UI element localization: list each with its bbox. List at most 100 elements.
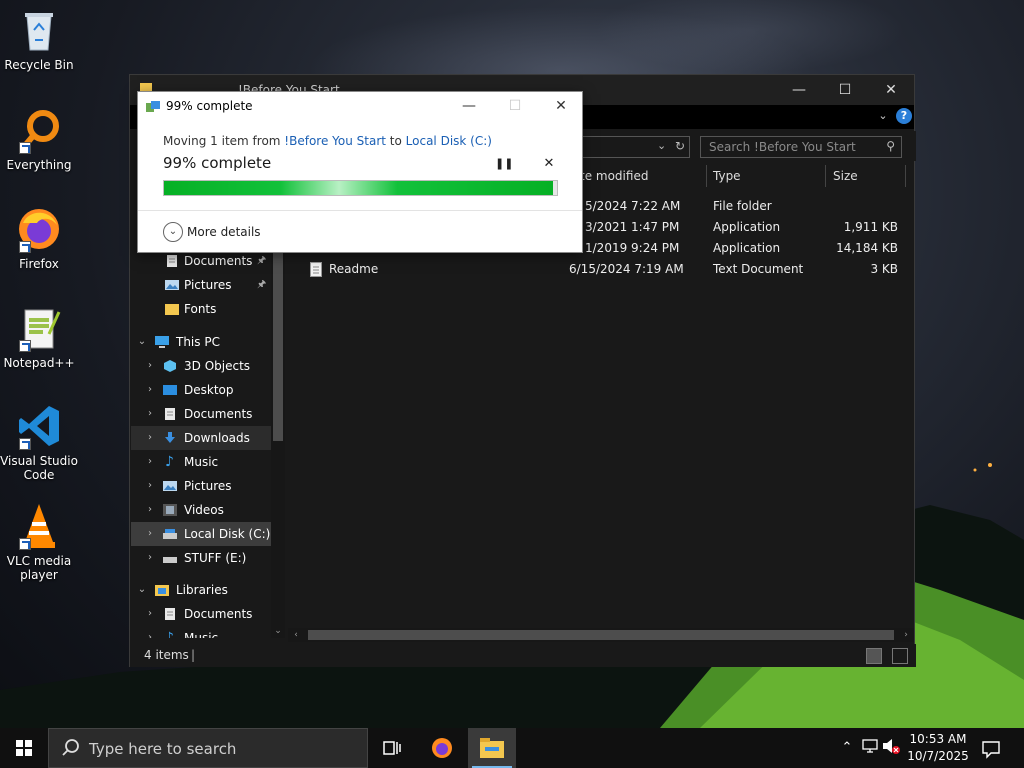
column-header-size[interactable]: Size [833,161,903,191]
show-hidden-icons-chevron-icon[interactable]: ⌃ [838,738,856,758]
chevron-right-icon[interactable]: › [145,602,155,626]
nav-item-label: Documents [184,607,253,621]
nav-item-desktop[interactable]: › Desktop [131,378,271,402]
scroll-down-arrow-icon[interactable]: ⌄ [271,626,285,636]
file-size: 1,911 KB [843,220,898,234]
column-separator[interactable] [825,165,826,187]
nav-item-videos[interactable]: › Videos [131,498,271,522]
nav-item-quick-fonts[interactable]: Fonts [131,297,271,321]
nav-item-libraries[interactable]: ⌄ Libraries [131,578,271,602]
nav-item-quick-pictures[interactable]: Pictures 🖈 [131,273,271,297]
chevron-right-icon[interactable]: › [145,378,155,402]
system-clock[interactable]: 10:53 AM 10/7/2025 [906,731,970,765]
network-icon[interactable] [861,738,879,758]
start-button[interactable] [0,728,48,768]
nav-item-this-pc[interactable]: ⌄ This PC [131,330,271,354]
nav-item-library-documents[interactable]: › Documents [131,602,271,626]
address-bar[interactable]: ⌄ ↻ [570,136,690,158]
nav-item-pictures[interactable]: › Pictures [131,474,271,498]
chevron-down-icon[interactable]: ⌄ [137,330,147,354]
scroll-left-arrow-icon[interactable]: ‹ [290,628,302,642]
address-dropdown-chevron-icon[interactable]: ⌄ [657,139,666,152]
scroll-right-arrow-icon[interactable]: › [900,628,912,642]
firefox-icon [432,738,452,758]
details-view-button[interactable] [866,648,882,664]
pin-icon: 🖈 [257,279,267,290]
file-date: 3/2021 1:47 PM [585,220,680,234]
column-separator[interactable] [706,165,707,187]
nav-item-stuff-e[interactable]: › STUFF (E:) [131,546,271,570]
nav-item-documents[interactable]: › Documents [131,402,271,426]
cancel-button[interactable]: ✕ [541,156,557,172]
nav-item-label: STUFF (E:) [184,551,247,565]
shortcut-arrow-icon [19,241,31,253]
desktop-icon-vscode[interactable]: Visual Studio Code [0,402,78,482]
shortcut-arrow-icon [19,438,31,450]
file-size: 3 KB [870,262,898,276]
chevron-right-icon[interactable]: › [145,450,155,474]
desktop-icon-firefox[interactable]: Firefox [0,205,78,271]
action-center-button[interactable] [978,736,1004,760]
scrollbar-thumb[interactable] [308,630,894,640]
desktop-icon-recycle-bin[interactable]: Recycle Bin [0,6,78,72]
nav-item-label: Music [184,455,219,469]
nav-item-label: Libraries [176,583,228,597]
column-header-type[interactable]: Type [713,161,823,191]
dialog-close-button[interactable]: ✕ [538,92,584,120]
task-view-button[interactable] [368,728,416,768]
chevron-right-icon[interactable]: › [145,522,155,546]
maximize-button[interactable]: ☐ [822,75,868,105]
desktop-icon-everything[interactable]: Everything [0,106,78,172]
more-details-label: More details [187,225,261,239]
pause-button[interactable]: ❚❚ [495,156,513,172]
taskbar-search-placeholder: Type here to search [89,740,237,758]
chevron-right-icon[interactable]: › [145,402,155,426]
dialog-titlebar[interactable]: 99% complete — ☐ ✕ [138,92,582,120]
large-icons-view-button[interactable] [892,648,908,664]
column-separator[interactable] [905,165,906,187]
file-row-readme[interactable]: Readme 6/15/2024 7:19 AM Text Document 3… [288,259,916,280]
close-button[interactable]: ✕ [868,75,914,105]
desktop-icon-label: Notepad++ [3,356,75,370]
vlc-icon [15,502,63,550]
chevron-right-icon[interactable]: › [145,626,155,638]
help-icon[interactable]: ? [896,108,912,124]
chevron-right-icon[interactable]: › [145,426,155,450]
music-icon: ♪ [165,454,174,470]
taskbar-firefox[interactable] [418,728,466,768]
ribbon-expand-chevron-icon[interactable]: ⌄ [874,107,892,125]
desktop-icon-vlc[interactable]: VLC media player [0,502,78,582]
volume-muted-icon[interactable] [882,738,900,758]
search-input[interactable]: Search !Before You Start ⚲ [700,136,902,158]
file-size: 14,184 KB [836,241,898,255]
nav-item-local-disk-c[interactable]: › Local Disk (C:) [131,522,271,546]
nav-item-downloads[interactable]: › Downloads [131,426,271,450]
source-folder-link[interactable]: !Before You Start [284,134,386,148]
move-description: Moving 1 item from !Before You Start to … [163,134,492,148]
horizontal-scrollbar[interactable]: ‹ › [288,628,914,642]
shortcut-arrow-icon [19,340,31,352]
windows-logo-icon [16,740,32,756]
chevron-right-icon[interactable]: › [145,354,155,378]
minimize-button[interactable]: — [776,75,822,105]
refresh-icon[interactable]: ↻ [675,139,685,153]
chevron-right-icon[interactable]: › [145,474,155,498]
chevron-right-icon[interactable]: › [145,498,155,522]
nav-item-library-music[interactable]: › ♪ Music [131,626,271,638]
taskbar-file-explorer[interactable] [468,728,516,768]
nav-item-3d-objects[interactable]: › 3D Objects [131,354,271,378]
shortcut-arrow-icon [19,538,31,550]
dialog-minimize-button[interactable]: — [446,92,492,120]
nav-item-label: Documents [184,407,253,421]
taskbar-search-input[interactable]: Type here to search [48,728,368,768]
libraries-icon [155,585,169,596]
nav-item-label: Desktop [184,383,234,397]
column-header-date-modified[interactable]: te modified [580,161,704,191]
chevron-right-icon[interactable]: › [145,546,155,570]
file-explorer-icon [480,738,504,758]
documents-icon [165,408,175,420]
chevron-down-icon[interactable]: ⌄ [137,578,147,602]
nav-item-music[interactable]: › ♪ Music [131,450,271,474]
desktop-icon-notepad-plus-plus[interactable]: Notepad++ [0,304,78,370]
destination-link[interactable]: Local Disk (C:) [406,134,492,148]
